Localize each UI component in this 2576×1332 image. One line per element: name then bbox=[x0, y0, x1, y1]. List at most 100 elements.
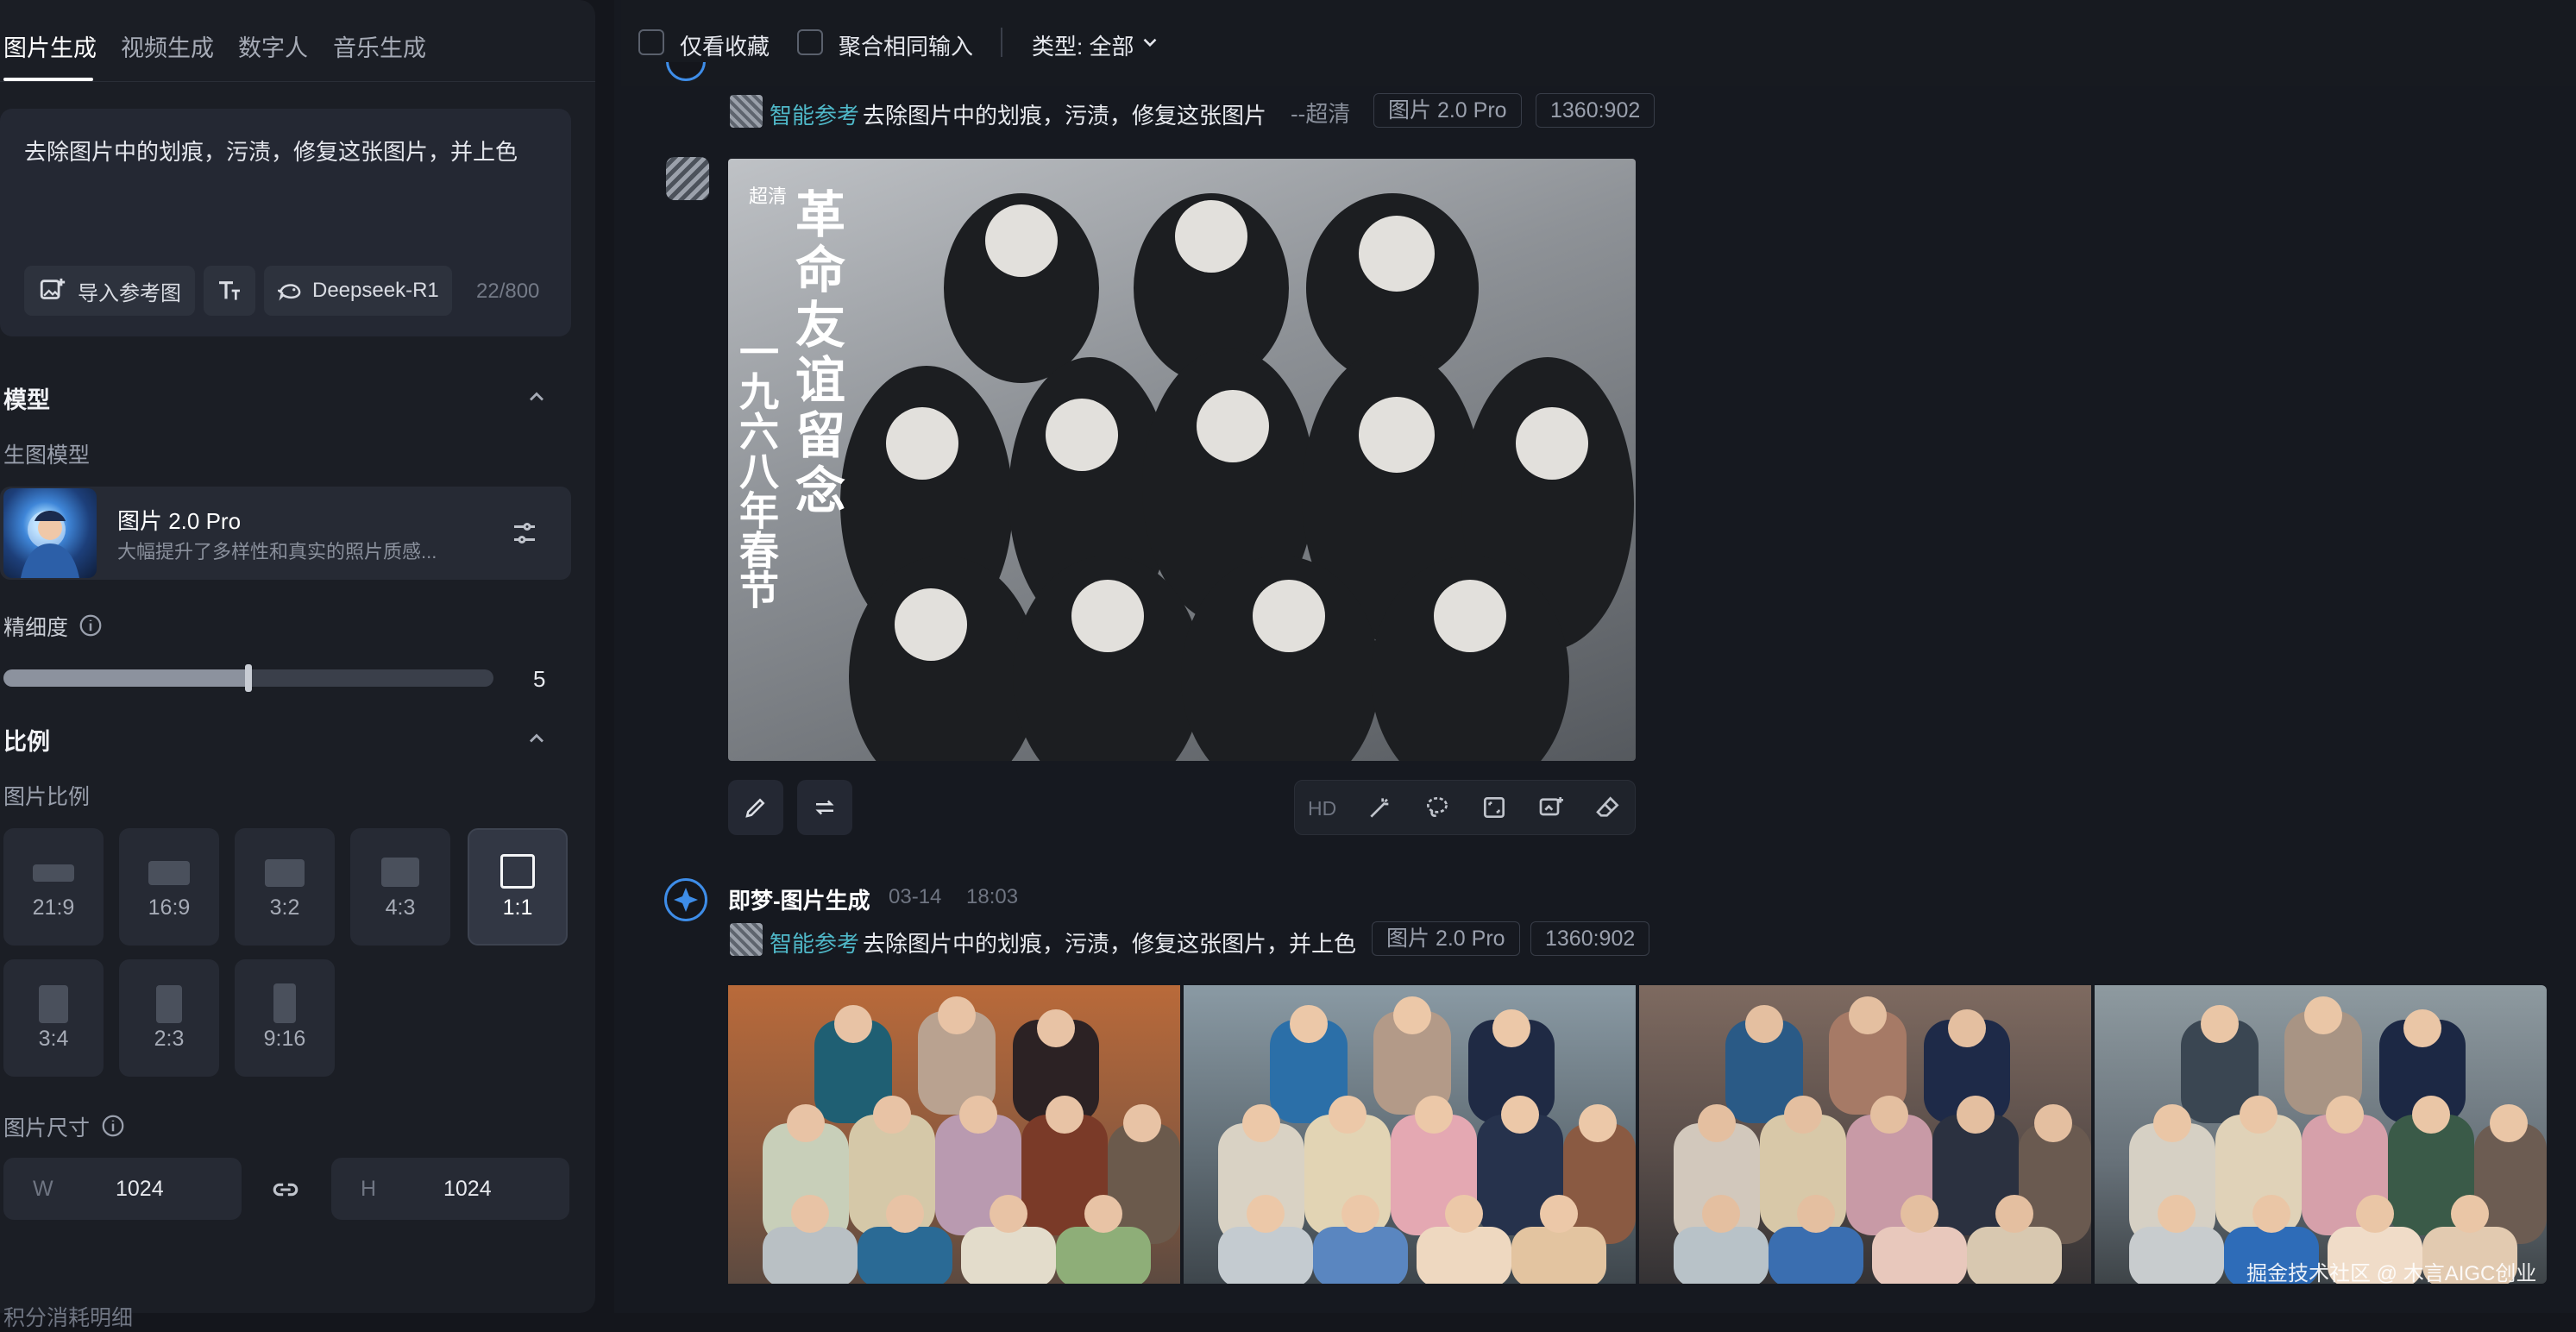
model-name: 图片 2.0 Pro bbox=[117, 508, 242, 534]
expand-icon[interactable] bbox=[1480, 794, 1508, 821]
record-date: 03-14 bbox=[889, 885, 942, 908]
settings-sliders-icon[interactable] bbox=[509, 518, 540, 549]
size-tag: 1360:902 bbox=[1536, 93, 1656, 128]
import-reference-label: 导入参考图 bbox=[78, 281, 181, 305]
width-value[interactable]: 1024 bbox=[116, 1177, 164, 1202]
result-image-4[interactable] bbox=[2095, 985, 2547, 1284]
tab-digital-human[interactable]: 数字人 bbox=[238, 29, 308, 63]
result-image-2[interactable] bbox=[1184, 985, 1636, 1284]
chevron-up-icon[interactable] bbox=[525, 385, 549, 409]
ratio-shape bbox=[33, 864, 74, 882]
chevron-down-icon[interactable] bbox=[1139, 31, 1161, 53]
record-mode: --超清 bbox=[1291, 101, 1351, 127]
credits-detail-label[interactable]: 积分消耗明细 bbox=[3, 1301, 133, 1332]
ratio-label: 3:2 bbox=[269, 895, 300, 920]
app-logo bbox=[664, 878, 707, 921]
image-tools-group bbox=[1294, 780, 1636, 835]
favorites-checkbox[interactable] bbox=[638, 29, 664, 55]
detail-slider-thumb[interactable] bbox=[245, 664, 252, 692]
merge-checkbox[interactable] bbox=[797, 29, 823, 55]
ratio-option-21-9[interactable]: 21:9 bbox=[3, 828, 104, 946]
model-tag: 图片 2.0 Pro bbox=[1373, 93, 1522, 128]
detail-slider-fill bbox=[3, 669, 248, 687]
model-section-title: 模型 bbox=[3, 387, 50, 413]
model-description: 大幅提升了多样性和真实的照片质感... bbox=[117, 541, 437, 562]
ratio-label: 9:16 bbox=[263, 1027, 306, 1051]
reference-thumbnail[interactable] bbox=[730, 95, 763, 128]
chevron-up-icon[interactable] bbox=[525, 726, 549, 751]
restored-bw-photo[interactable]: 超清 革命友谊留念 一九六八年春节 bbox=[728, 159, 1636, 761]
import-reference-button[interactable]: 导入参考图 bbox=[24, 266, 195, 316]
record-time: 18:03 bbox=[966, 885, 1019, 908]
ratio-option-9-16[interactable]: 9:16 bbox=[235, 959, 335, 1077]
merge-label[interactable]: 聚合相同输入 bbox=[839, 29, 973, 61]
ratio-label: 1:1 bbox=[502, 895, 533, 920]
ratio-label: 3:4 bbox=[38, 1027, 69, 1051]
ratio-option-3-4[interactable]: 3:4 bbox=[3, 959, 104, 1077]
detail-label: 精细度 bbox=[3, 616, 69, 640]
magic-wand-icon[interactable] bbox=[1367, 794, 1394, 821]
favorites-label[interactable]: 仅看收藏 bbox=[680, 29, 770, 61]
height-input[interactable]: H 1024 bbox=[331, 1158, 569, 1220]
text-format-icon bbox=[219, 281, 240, 300]
result-image-1[interactable] bbox=[728, 985, 1180, 1284]
tab-music-generation[interactable]: 音乐生成 bbox=[333, 29, 426, 63]
width-input[interactable]: W 1024 bbox=[3, 1158, 242, 1220]
prompt-text[interactable]: 去除图片中的划痕，污渍，修复这张图片，并上色 bbox=[24, 135, 518, 166]
height-value[interactable]: 1024 bbox=[443, 1177, 492, 1202]
lasso-icon[interactable] bbox=[1423, 794, 1451, 821]
size-tag: 1360:902 bbox=[1530, 921, 1650, 956]
ratio-shape bbox=[500, 854, 535, 889]
deepseek-label: Deepseek-R1 bbox=[312, 279, 439, 302]
ratio-shape bbox=[156, 985, 182, 1023]
ratio-option-2-3[interactable]: 2:3 bbox=[119, 959, 219, 1077]
info-icon[interactable] bbox=[78, 613, 104, 638]
tab-image-generation[interactable]: 图片生成 bbox=[3, 29, 97, 63]
photo-caption: 革命友谊留念 bbox=[787, 188, 845, 519]
watermark: 掘金技术社区 @ 木言AIGC创业 bbox=[2246, 1262, 2537, 1285]
record-prompt[interactable]: 去除图片中的划痕，污渍，修复这张图片，并上色 bbox=[863, 927, 1356, 958]
swap-icon bbox=[815, 800, 834, 815]
detail-value: 5 bbox=[533, 666, 546, 692]
ratio-shape bbox=[273, 983, 296, 1023]
reference-thumbnail[interactable] bbox=[730, 923, 763, 956]
ratio-label: 21:9 bbox=[32, 895, 75, 920]
text-style-button[interactable] bbox=[204, 266, 255, 316]
regenerate-button[interactable] bbox=[797, 780, 852, 835]
filter-divider bbox=[1001, 28, 1002, 57]
type-filter-dropdown[interactable]: 类型: 全部 bbox=[1032, 29, 1134, 61]
smart-reference-label[interactable]: 智能参考 bbox=[770, 927, 859, 958]
result-image-3[interactable] bbox=[1639, 985, 2091, 1284]
edit-button[interactable] bbox=[728, 780, 783, 835]
image-add-icon[interactable] bbox=[1537, 794, 1565, 821]
character-counter: 22/800 bbox=[476, 280, 540, 303]
ratio-label: 2:3 bbox=[154, 1027, 185, 1051]
ratio-shape bbox=[148, 861, 190, 885]
ratio-shape bbox=[39, 985, 68, 1023]
deepseek-button[interactable]: Deepseek-R1 bbox=[264, 266, 452, 316]
user-avatar bbox=[666, 157, 709, 200]
height-axis-label: H bbox=[361, 1177, 377, 1201]
info-icon[interactable] bbox=[100, 1113, 126, 1139]
record-prompt[interactable]: 去除图片中的划痕，污渍，修复这张图片 bbox=[863, 98, 1266, 130]
link-icon[interactable] bbox=[269, 1175, 302, 1204]
eraser-icon[interactable] bbox=[1594, 794, 1622, 821]
photo-date: 一九六八年春节 bbox=[733, 331, 780, 609]
ratio-sub-label: 图片比例 bbox=[3, 785, 91, 809]
size-label: 图片尺寸 bbox=[3, 1116, 91, 1140]
model-thumbnail bbox=[3, 488, 97, 578]
ratio-option-3-2[interactable]: 3:2 bbox=[235, 828, 335, 946]
ratio-label: 16:9 bbox=[148, 895, 191, 920]
ratio-option-1-1[interactable]: 1:1 bbox=[468, 828, 568, 946]
ratio-option-4-3[interactable]: 4:3 bbox=[350, 828, 450, 946]
edit-icon bbox=[745, 798, 765, 818]
ratio-label: 4:3 bbox=[385, 895, 416, 920]
hd-upscale-button[interactable]: HD bbox=[1308, 797, 1336, 820]
width-axis-label: W bbox=[33, 1177, 53, 1201]
image-add-icon bbox=[40, 278, 66, 299]
model-sub-label: 生图模型 bbox=[3, 443, 91, 468]
smart-reference-label[interactable]: 智能参考 bbox=[770, 98, 859, 130]
ratio-section-title: 比例 bbox=[3, 729, 50, 755]
ratio-option-16-9[interactable]: 16:9 bbox=[119, 828, 219, 946]
tab-video-generation[interactable]: 视频生成 bbox=[121, 29, 214, 63]
